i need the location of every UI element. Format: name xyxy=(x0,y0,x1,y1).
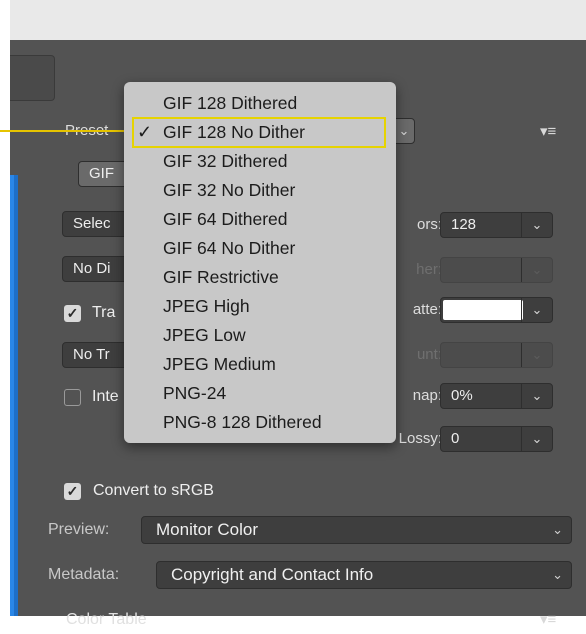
preset-dropdown-menu: GIF 128 Dithered ✓ GIF 128 No Dither GIF … xyxy=(124,82,396,443)
metadata-select[interactable]: Copyright and Contact Info ⌄ xyxy=(156,561,572,589)
chevron-down-icon: ⌄ xyxy=(521,298,552,322)
preset-option[interactable]: GIF 64 No Dither xyxy=(124,234,396,263)
amount-field: ⌄ xyxy=(440,342,553,368)
lossy-select[interactable]: 0 ⌄ xyxy=(440,426,553,452)
selection-edge-inner xyxy=(10,175,14,616)
lossy-value: 0 xyxy=(451,430,460,447)
matte-select[interactable]: ⌄ xyxy=(440,297,553,323)
web-snap-select[interactable]: 0% ⌄ xyxy=(440,383,553,409)
chevron-down-icon: ⌄ xyxy=(521,427,552,451)
convert-srgb-label: Convert to sRGB xyxy=(93,482,214,499)
interlaced-checkbox[interactable] xyxy=(64,389,81,406)
preset-option[interactable]: PNG-8 128 Dithered xyxy=(124,408,396,437)
preset-option[interactable]: JPEG Low xyxy=(124,321,396,350)
convert-srgb-checkbox[interactable]: ✓ xyxy=(64,483,81,500)
color-table-menu-icon[interactable]: ▾≡ xyxy=(540,610,556,628)
checkmark-icon: ✓ xyxy=(137,122,153,142)
preset-option[interactable]: JPEG Medium xyxy=(124,350,396,379)
chevron-down-icon: ⌄ xyxy=(521,213,552,237)
title-area xyxy=(10,0,586,40)
chevron-down-icon: ⌄ xyxy=(398,123,410,138)
chevron-down-icon: ⌄ xyxy=(552,522,563,537)
preview-select[interactable]: Monitor Color ⌄ xyxy=(141,516,572,544)
preview-value: Monitor Color xyxy=(156,520,259,539)
panel-menu-icon[interactable]: ▾≡ xyxy=(540,122,556,140)
color-table-label: Color Table xyxy=(66,611,147,628)
dither-amount-field: ⌄ xyxy=(440,257,553,283)
preset-option[interactable]: GIF 32 Dithered xyxy=(124,147,396,176)
preset-option-selected[interactable]: ✓ GIF 128 No Dither xyxy=(124,118,396,147)
colors-value: 128 xyxy=(451,216,477,233)
chevron-down-icon: ⌄ xyxy=(521,258,552,282)
preset-option[interactable]: GIF 128 Dithered xyxy=(124,89,396,118)
panel-top-widget[interactable] xyxy=(10,55,55,101)
preset-option[interactable]: PNG-24 xyxy=(124,379,396,408)
web-snap-value: 0% xyxy=(451,387,473,404)
preset-option[interactable]: JPEG High xyxy=(124,292,396,321)
transparency-label: Tra xyxy=(92,304,116,321)
transparency-checkbox[interactable]: ✓ xyxy=(64,305,81,322)
callout-line xyxy=(0,130,133,132)
matte-swatch[interactable] xyxy=(443,300,523,320)
colors-select[interactable]: 128 ⌄ xyxy=(440,212,553,238)
chevron-down-icon: ⌄ xyxy=(552,567,563,582)
preset-option[interactable]: GIF 64 Dithered xyxy=(124,205,396,234)
chevron-down-icon: ⌄ xyxy=(521,343,552,367)
preview-label: Preview: xyxy=(48,521,110,538)
metadata-value: Copyright and Contact Info xyxy=(171,565,374,584)
preset-option[interactable]: GIF 32 No Dither xyxy=(124,176,396,205)
metadata-label: Metadata: xyxy=(48,566,120,583)
chevron-down-icon: ⌄ xyxy=(521,384,552,408)
interlaced-label: Inte xyxy=(92,388,119,405)
preset-option[interactable]: GIF Restrictive xyxy=(124,263,396,292)
